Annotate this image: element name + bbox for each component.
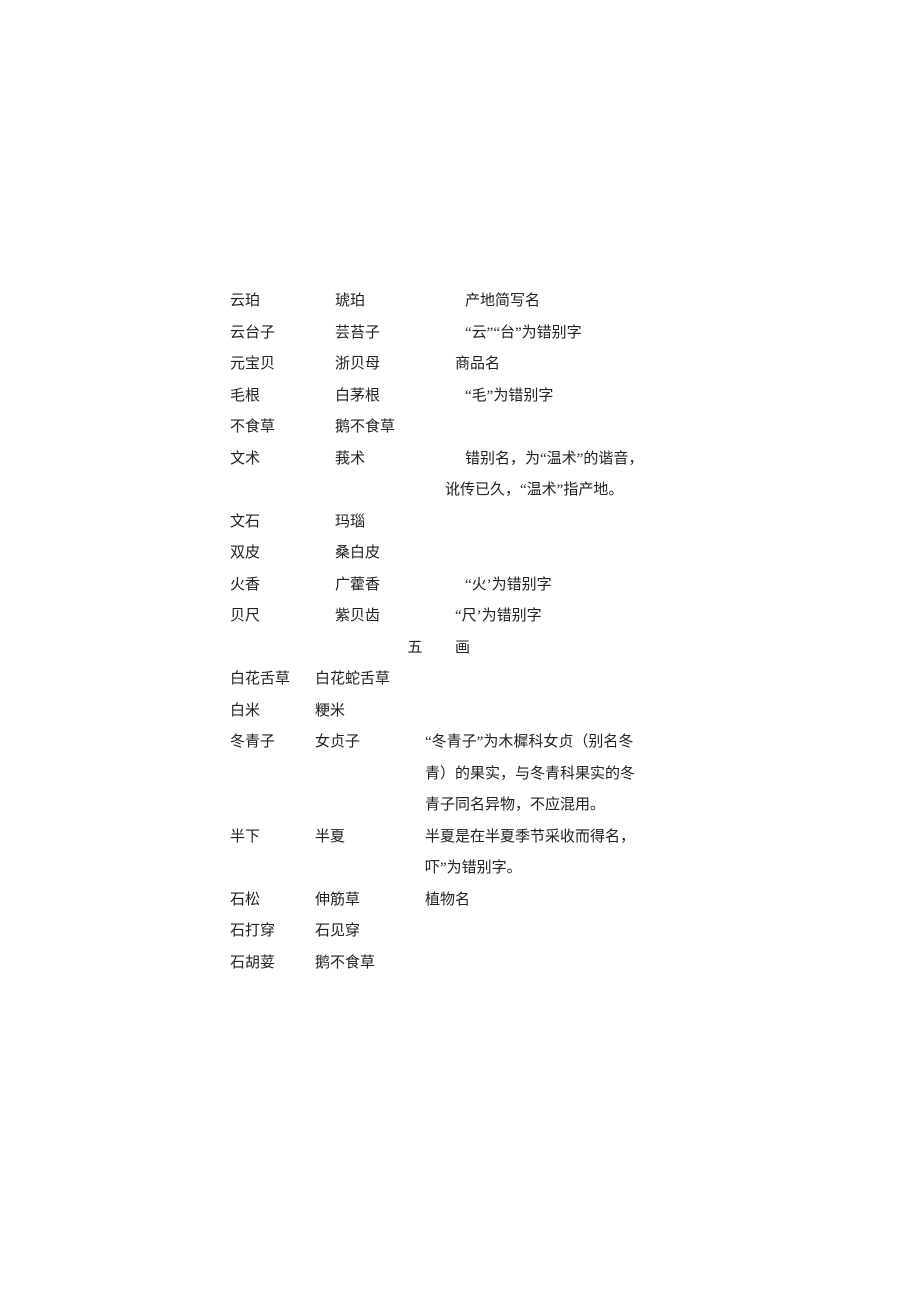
spacer [230, 759, 425, 791]
col-proper: 粳米 [315, 696, 435, 728]
col-note: 半夏是在半夏季节采收而得名， [425, 822, 700, 854]
col-note: 错别名，为“温术”的谐音， [455, 444, 700, 476]
spacer [230, 633, 375, 665]
col-note: “毛”为错别字 [455, 381, 700, 413]
col-alias: 云珀 [230, 286, 335, 318]
col-note: 植物名 [425, 885, 700, 917]
col-note [455, 507, 700, 539]
col-alias: 文术 [230, 444, 335, 476]
table-row-continuation: 青子同名异物，不应混用。 [230, 790, 700, 822]
col-note: “云”“台”为错别字 [455, 318, 700, 350]
col-proper: 广藿香 [335, 570, 455, 602]
col-proper: 琥珀 [335, 286, 455, 318]
col-alias: 双皮 [230, 538, 335, 570]
col-note [435, 916, 700, 948]
section-char-1: 五 [375, 633, 455, 665]
table-row: 白花舌草 白花蛇舌草 [230, 664, 700, 696]
table-row: 冬青子 女贞子 “冬青子”为木樨科女贞（别名冬 [230, 727, 700, 759]
table-row: 半下 半夏 半夏是在半夏季节采收而得名， [230, 822, 700, 854]
table-row: 双皮 桑白皮 [230, 538, 700, 570]
col-proper: 白花蛇舌草 [315, 664, 435, 696]
section-char-2: 画 [455, 633, 495, 665]
table-row: 元宝贝 浙贝母 商品名 [230, 349, 700, 381]
spacer [230, 853, 425, 885]
col-proper: 玛瑙 [335, 507, 455, 539]
col-alias: 文石 [230, 507, 335, 539]
col-alias: 不食草 [230, 412, 335, 444]
col-proper: 芸苔子 [335, 318, 455, 350]
col-note: “冬青子”为木樨科女贞（别名冬 [425, 727, 700, 759]
table-row-continuation: 讹传已久，“温术”指产地。 [230, 475, 700, 507]
spacer [230, 475, 435, 507]
table-row: 云台子 芸苔子 “云”“台”为错别字 [230, 318, 700, 350]
col-note: 青子同名异物，不应混用。 [425, 790, 700, 822]
col-proper: 鹅不食草 [335, 412, 455, 444]
col-note [455, 538, 700, 570]
col-alias: 火香 [230, 570, 335, 602]
table-row: 贝尺 紫贝齿 “尺’为错别字 [230, 601, 700, 633]
table-row: 白米 粳米 [230, 696, 700, 728]
table-row: 石胡荽 鹅不食草 [230, 948, 700, 980]
document-page: 云珀 琥珀 产地简写名 云台子 芸苔子 “云”“台”为错别字 元宝贝 浙贝母 商… [230, 286, 700, 979]
table-row: 火香 广藿香 “火’为错别字 [230, 570, 700, 602]
col-proper: 莪术 [335, 444, 455, 476]
table-row: 石打穿 石见穿 [230, 916, 700, 948]
table-row-continuation: 吓”为错别字。 [230, 853, 700, 885]
table-row: 文石 玛瑙 [230, 507, 700, 539]
col-note: “尺’为错别字 [455, 601, 700, 633]
col-note [435, 664, 700, 696]
table-row: 云珀 琥珀 产地简写名 [230, 286, 700, 318]
col-note [435, 696, 700, 728]
col-note: 商品名 [455, 349, 700, 381]
table-row-continuation: 青）的果实，与冬青科果实的冬 [230, 759, 700, 791]
col-note: 青）的果实，与冬青科果实的冬 [425, 759, 700, 791]
spacer [230, 790, 425, 822]
col-note: 吓”为错别字。 [425, 853, 700, 885]
col-proper: 白茅根 [335, 381, 455, 413]
table-row: 文术 莪术 错别名，为“温术”的谐音， [230, 444, 700, 476]
col-alias: 毛根 [230, 381, 335, 413]
col-note: “火’为错别字 [455, 570, 700, 602]
col-proper: 鹅不食草 [315, 948, 435, 980]
col-proper: 半夏 [315, 822, 435, 854]
col-proper: 紫贝齿 [335, 601, 455, 633]
col-alias: 贝尺 [230, 601, 335, 633]
table-row: 毛根 白茅根 “毛”为错别字 [230, 381, 700, 413]
col-proper: 桑白皮 [335, 538, 455, 570]
col-note: 讹传已久，“温术”指产地。 [435, 475, 700, 507]
col-alias: 云台子 [230, 318, 335, 350]
table-row: 不食草 鹅不食草 [230, 412, 700, 444]
col-note [435, 948, 700, 980]
col-note: 产地简写名 [455, 286, 700, 318]
table-row: 石松 伸筋草 植物名 [230, 885, 700, 917]
section-heading: 五 画 [230, 633, 700, 665]
col-proper: 伸筋草 [315, 885, 435, 917]
col-note [455, 412, 700, 444]
col-alias: 元宝贝 [230, 349, 335, 381]
col-proper: 石见穿 [315, 916, 435, 948]
col-proper: 女贞子 [315, 727, 435, 759]
col-proper: 浙贝母 [335, 349, 455, 381]
